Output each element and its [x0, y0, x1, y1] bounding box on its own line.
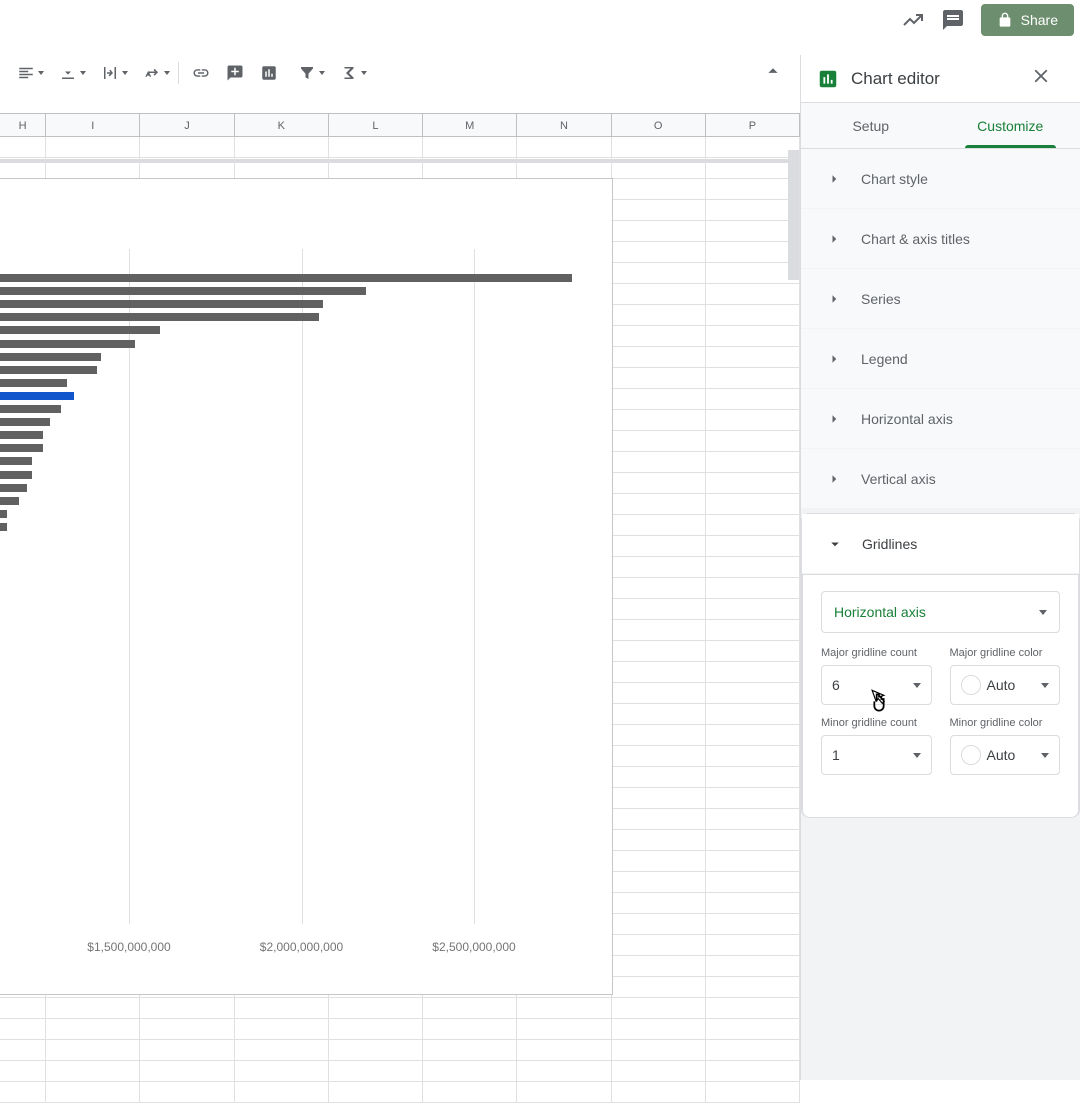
horizontal-align-tool[interactable] [6, 59, 46, 87]
col-header[interactable]: L [329, 114, 423, 136]
x-axis-label: $2,000,000,000 [260, 940, 343, 954]
vertical-align-tool[interactable] [48, 59, 88, 87]
col-header[interactable]: O [612, 114, 706, 136]
text-rotation-tool[interactable] [132, 59, 172, 87]
close-panel-button[interactable] [1030, 65, 1064, 93]
chart-object[interactable]: $1,500,000,000 $2,000,000,000 $2,500,000… [0, 178, 613, 995]
panel-title: Chart editor [851, 69, 1030, 89]
chevron-down-icon [1041, 683, 1049, 688]
section-chart-axis-titles[interactable]: Chart & axis titles [801, 209, 1080, 269]
chevron-right-icon [825, 230, 843, 248]
toolbar [0, 55, 369, 91]
chart-plot-area [0, 249, 572, 924]
section-horizontal-axis[interactable]: Horizontal axis [801, 389, 1080, 449]
section-legend[interactable]: Legend [801, 329, 1080, 389]
major-gridline-count-select[interactable]: 6 [821, 665, 932, 705]
text-wrap-tool[interactable] [90, 59, 130, 87]
share-button[interactable]: Share [981, 4, 1074, 36]
col-header[interactable]: M [423, 114, 517, 136]
chevron-down-icon [826, 535, 844, 553]
col-header[interactable]: H [0, 114, 46, 136]
col-header[interactable]: K [235, 114, 329, 136]
minor-gridline-color-select[interactable]: Auto [950, 735, 1061, 775]
section-vertical-axis[interactable]: Vertical axis [801, 449, 1080, 509]
column-headers: H I J K L M N O P [0, 113, 800, 137]
insert-chart-tool[interactable] [253, 59, 285, 87]
color-swatch [961, 675, 981, 695]
vertical-scrollbar-thumb[interactable] [788, 150, 799, 280]
functions-tool[interactable] [329, 59, 369, 87]
chevron-down-icon [913, 753, 921, 758]
chart-editor-panel: Chart editor Setup Customize Chart style… [800, 55, 1080, 1080]
major-gridline-color-select[interactable]: Auto [950, 665, 1061, 705]
lock-icon [997, 12, 1013, 28]
x-axis-label: $2,500,000,000 [432, 940, 515, 954]
col-header[interactable]: P [706, 114, 800, 136]
insert-comment-tool[interactable] [219, 59, 251, 87]
col-header[interactable]: J [140, 114, 234, 136]
chevron-down-icon [1039, 610, 1047, 615]
chevron-right-icon [825, 290, 843, 308]
major-count-label: Major gridline count [821, 647, 932, 659]
gridlines-axis-select[interactable]: Horizontal axis [821, 591, 1060, 633]
major-color-label: Major gridline color [950, 647, 1061, 659]
color-swatch [961, 745, 981, 765]
minor-gridline-count-select[interactable]: 1 [821, 735, 932, 775]
minor-count-label: Minor gridline count [821, 717, 932, 729]
minor-color-label: Minor gridline color [950, 717, 1061, 729]
col-header[interactable]: I [46, 114, 140, 136]
section-series[interactable]: Series [801, 269, 1080, 329]
chevron-right-icon [825, 410, 843, 428]
tab-customize[interactable]: Customize [941, 103, 1080, 148]
chevron-right-icon [825, 170, 843, 188]
insert-link-tool[interactable] [185, 59, 217, 87]
tab-setup[interactable]: Setup [801, 103, 941, 148]
filter-tool[interactable] [287, 59, 327, 87]
chart-editor-icon [817, 68, 839, 90]
chevron-right-icon [825, 470, 843, 488]
chevron-down-icon [913, 683, 921, 688]
chevron-right-icon [825, 350, 843, 368]
section-gridlines[interactable]: Gridlines [802, 514, 1079, 574]
comments-icon[interactable] [941, 8, 965, 32]
close-icon [1030, 65, 1052, 87]
collapse-toolbar-icon[interactable] [762, 60, 784, 87]
explore-icon[interactable] [901, 8, 925, 32]
col-header[interactable]: N [517, 114, 611, 136]
share-label: Share [1021, 12, 1058, 28]
chevron-down-icon [1041, 753, 1049, 758]
section-chart-style[interactable]: Chart style [801, 149, 1080, 209]
x-axis-label: $1,500,000,000 [87, 940, 170, 954]
